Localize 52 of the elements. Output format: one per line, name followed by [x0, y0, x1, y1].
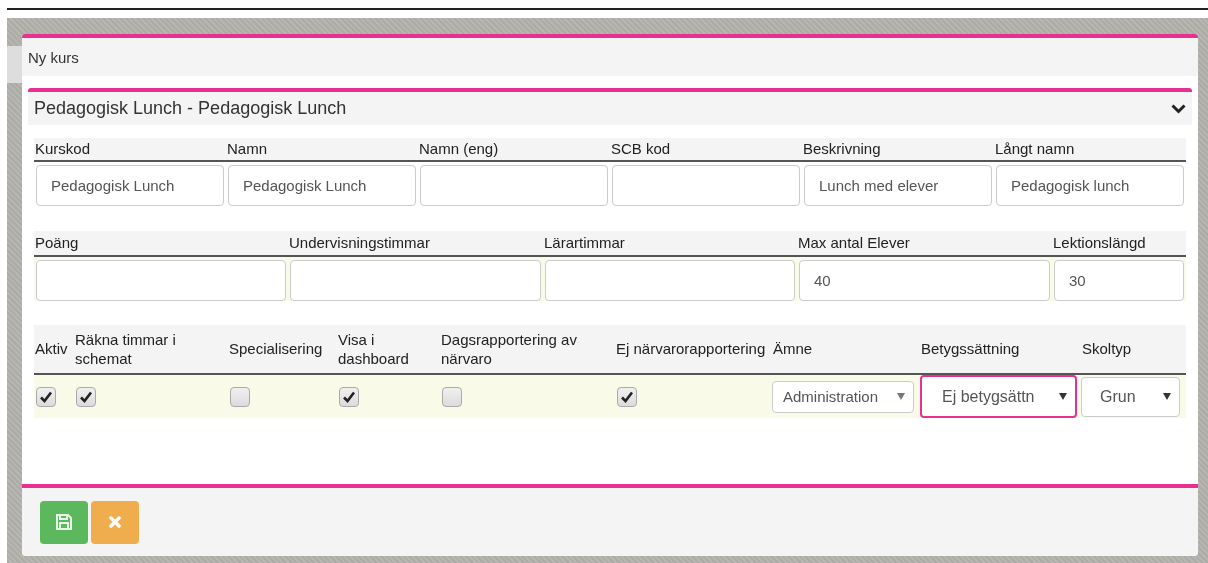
checkbox[interactable]	[76, 386, 96, 407]
column-header: Dagsrapportering av närvaro	[440, 325, 615, 375]
dropdown[interactable]: Grun	[1081, 376, 1180, 417]
field-label: Undervisningstimmar	[288, 231, 543, 257]
field-label: SCB kod	[610, 138, 802, 162]
field-label: Beskrivning	[802, 138, 994, 162]
input-field[interactable]	[36, 260, 286, 301]
dialog-title: Ny kurs	[28, 48, 79, 66]
checkbox[interactable]	[230, 386, 250, 407]
column-header: Specialisering	[228, 325, 337, 375]
dropdown[interactable]: Ej betygsättn	[920, 375, 1077, 418]
input-field[interactable]: Pedagogisk lunch	[996, 165, 1184, 206]
column-header: Räkna timmar i schemat	[74, 325, 228, 375]
input-field[interactable]: 30	[1054, 260, 1184, 301]
field-label: Kurskod	[34, 138, 226, 162]
field-label: Max antal Elever	[797, 231, 1052, 257]
input-field[interactable]	[545, 260, 795, 301]
input-field[interactable]	[612, 165, 800, 206]
chevron-down-icon[interactable]	[1171, 103, 1186, 114]
input-field[interactable]: Pedagogisk Lunch	[36, 165, 224, 206]
field-label: Poäng	[34, 231, 288, 257]
column-header: Betygssättning	[920, 325, 1081, 375]
column-header: Visa i dashboard	[337, 325, 440, 375]
column-header: Skoltyp	[1081, 325, 1186, 375]
checkbox[interactable]	[36, 386, 56, 407]
caret-icon	[897, 391, 905, 402]
field-label: Namn	[226, 138, 418, 162]
save-button[interactable]	[40, 500, 88, 544]
panel-title: Pedagogisk Lunch - Pedagogisk Lunch	[34, 98, 347, 119]
checkbox[interactable]	[339, 386, 359, 407]
checkbox[interactable]	[442, 386, 462, 407]
column-header: Ej närvarorapportering	[615, 325, 772, 375]
input-field[interactable]	[290, 260, 541, 301]
panel-header[interactable]: Pedagogisk Lunch - Pedagogisk Lunch	[28, 92, 1192, 125]
caret-icon	[1059, 391, 1067, 402]
background-panel	[7, 46, 23, 83]
checkbox[interactable]	[617, 386, 637, 407]
close-icon	[109, 516, 121, 528]
save-icon	[56, 514, 72, 530]
field-label: Lärartimmar	[543, 231, 797, 257]
input-field[interactable]: Pedagogisk Lunch	[228, 165, 416, 206]
field-label: Namn (eng)	[418, 138, 610, 162]
column-header: Aktiv	[34, 325, 74, 375]
caret-icon	[1163, 391, 1171, 402]
input-field[interactable]	[420, 165, 608, 206]
dropdown[interactable]: Administration	[772, 380, 914, 413]
column-header: Ämne	[772, 325, 920, 375]
field-label: Långt namn	[994, 138, 1186, 162]
input-field[interactable]: Lunch med elever	[804, 165, 992, 206]
input-field[interactable]: 40	[799, 260, 1050, 301]
cancel-button[interactable]	[91, 500, 139, 544]
field-label: Lektionslängd	[1052, 231, 1186, 257]
